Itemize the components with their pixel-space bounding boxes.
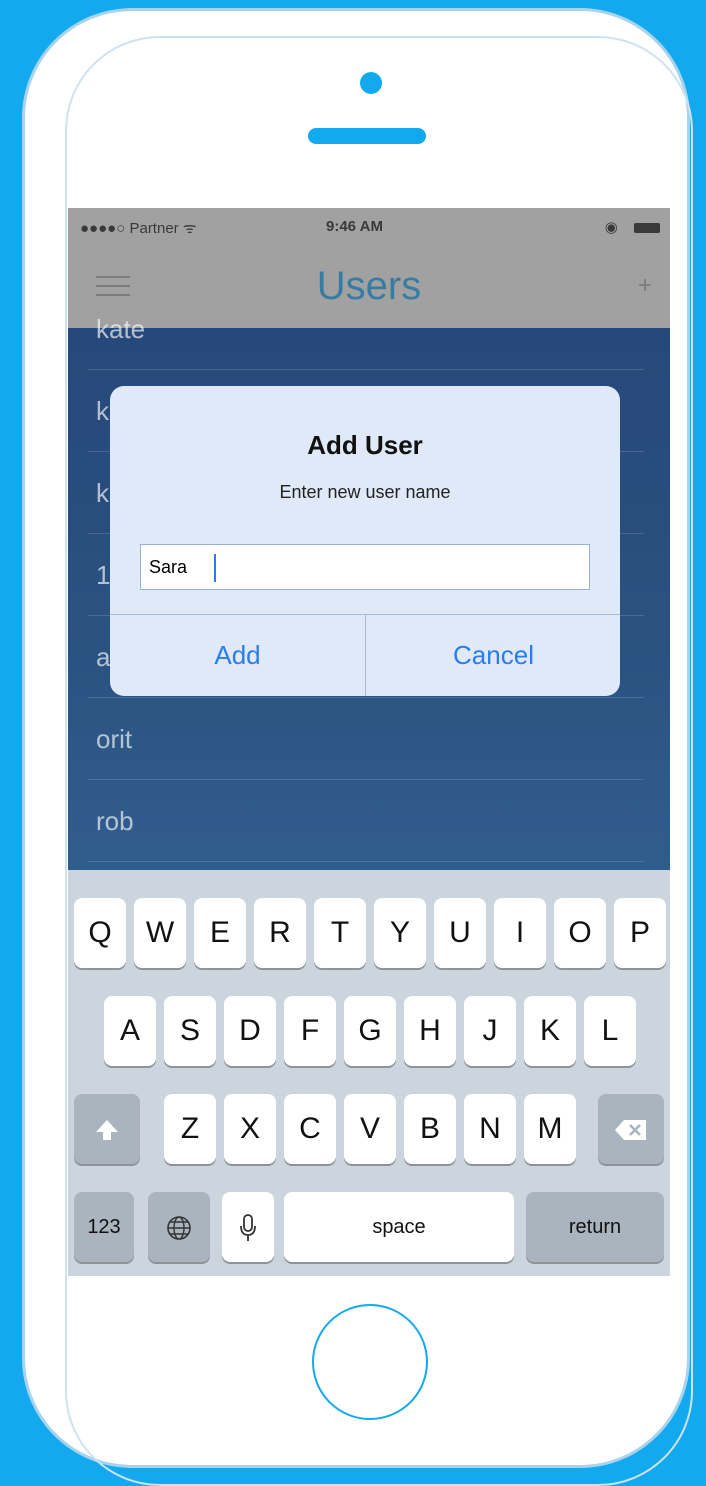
key-b[interactable]: B <box>404 1094 456 1164</box>
key-j[interactable]: J <box>464 996 516 1066</box>
key-p[interactable]: P <box>614 898 666 968</box>
shift-icon <box>96 1120 118 1141</box>
home-button[interactable] <box>312 1304 428 1420</box>
user-name-input[interactable] <box>140 544 590 590</box>
dialog-message: Enter new user name <box>279 482 451 502</box>
key-w[interactable]: W <box>134 898 186 968</box>
speaker-icon <box>308 128 426 144</box>
phone-screen: ●●●●○ Partner ᯤ 9:46 AM ◉ Users + kate k… <box>68 208 670 1276</box>
key-h[interactable]: H <box>404 996 456 1066</box>
key-d[interactable]: D <box>224 996 276 1066</box>
key-n[interactable]: N <box>464 1094 516 1164</box>
key-s[interactable]: S <box>164 996 216 1066</box>
add-button[interactable]: Add <box>110 614 365 696</box>
globe-icon <box>167 1216 191 1240</box>
key-x[interactable]: X <box>224 1094 276 1164</box>
key-u[interactable]: U <box>434 898 486 968</box>
globe-key[interactable] <box>148 1192 210 1262</box>
numbers-key[interactable]: 123 <box>74 1192 134 1262</box>
key-z[interactable]: Z <box>164 1094 216 1164</box>
key-k[interactable]: K <box>524 996 576 1066</box>
camera-icon <box>360 72 382 94</box>
microphone-key[interactable] <box>222 1192 274 1262</box>
key-r[interactable]: R <box>254 898 306 968</box>
space-key[interactable]: space <box>284 1192 514 1262</box>
key-y[interactable]: Y <box>374 898 426 968</box>
key-l[interactable]: L <box>584 996 636 1066</box>
key-c[interactable]: C <box>284 1094 336 1164</box>
key-t[interactable]: T <box>314 898 366 968</box>
key-q[interactable]: Q <box>74 898 126 968</box>
text-caret <box>214 554 216 582</box>
key-v[interactable]: V <box>344 1094 396 1164</box>
return-key[interactable]: return <box>526 1192 664 1262</box>
key-e[interactable]: E <box>194 898 246 968</box>
key-i[interactable]: I <box>494 898 546 968</box>
keyboard: Q W E R T Y U I O P A S D F G H J K L Z … <box>68 870 670 1276</box>
cancel-button[interactable]: Cancel <box>366 614 620 696</box>
add-user-dialog: Add User Enter new user name Add Cancel <box>110 386 620 696</box>
dialog-title: Add User <box>307 430 423 460</box>
key-a[interactable]: A <box>104 996 156 1066</box>
key-g[interactable]: G <box>344 996 396 1066</box>
backspace-icon <box>615 1120 646 1141</box>
microphone-icon <box>240 1214 256 1242</box>
key-m[interactable]: M <box>524 1094 576 1164</box>
key-f[interactable]: F <box>284 996 336 1066</box>
backspace-key[interactable] <box>598 1094 664 1164</box>
key-o[interactable]: O <box>554 898 606 968</box>
shift-key[interactable] <box>74 1094 140 1164</box>
